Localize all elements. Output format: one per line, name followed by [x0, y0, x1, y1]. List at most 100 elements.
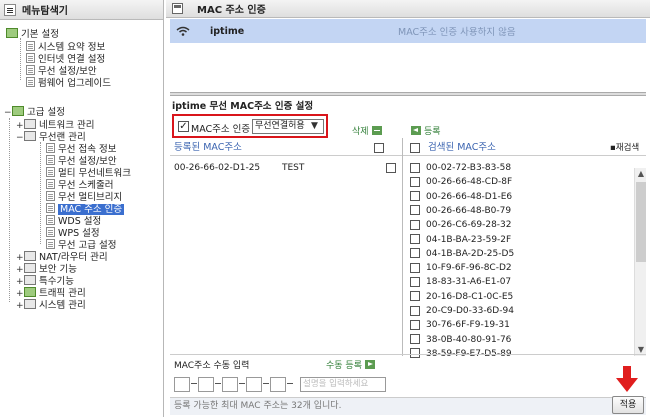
scroll-up-icon[interactable]: ▲ [635, 168, 647, 180]
mac-octet-1[interactable] [174, 377, 190, 392]
tree-item-multi-ssid[interactable]: 멀티 무선네트워크 [46, 167, 131, 179]
tree-guide [9, 118, 10, 302]
mac-separator [191, 383, 197, 384]
tree-item-wds[interactable]: WDS 설정 [46, 215, 101, 227]
description-input[interactable]: 설명을 입력하세요 [300, 377, 386, 392]
searched-mac: 04-1B-BA-2D-25-D5 [426, 248, 515, 259]
column-divider [402, 138, 403, 356]
divider [170, 92, 646, 96]
arrow-down-icon [616, 366, 638, 392]
scrollbar[interactable]: ▲ ▼ [634, 168, 646, 356]
manual-register-button[interactable]: 수동 등록 [326, 358, 378, 371]
registered-row[interactable]: 00-26-66-02-D1-25 TEST [174, 161, 396, 175]
scroll-thumb[interactable] [636, 182, 646, 262]
ssid-row[interactable]: iptime MAC주소 인증 사용하지 않음 [170, 19, 646, 43]
register-button[interactable]: 등록 [408, 124, 441, 137]
mac-octet-4[interactable] [246, 377, 262, 392]
searched-header: 검색된 MAC주소 [428, 142, 496, 153]
tree-item-wireless-security-adv[interactable]: 무선 설정/보안 [46, 155, 117, 167]
searched-row-checkbox[interactable] [410, 191, 420, 202]
searched-row-checkbox[interactable] [410, 334, 420, 345]
searched-row[interactable]: 18-83-31-A6-E1-07 [410, 275, 511, 289]
page-icon [46, 239, 55, 249]
searched-row-checkbox[interactable] [410, 205, 420, 216]
tree-traffic[interactable]: + 트래픽 관리 [16, 287, 86, 299]
tree-item-wireless-advanced[interactable]: 무선 고급 설정 [46, 239, 116, 251]
chevron-down-icon: ▼ [311, 121, 318, 131]
registered-header: 등록된 MAC주소 [174, 142, 242, 153]
mac-auth-label: MAC주소 인증 [191, 124, 251, 135]
tree-system[interactable]: + 시스템 관리 [16, 299, 86, 311]
tree-item-wireless-info[interactable]: 무선 접속 정보 [46, 143, 116, 155]
ssid-status: MAC주소 인증 사용하지 않음 [398, 27, 516, 38]
searched-row-checkbox[interactable] [410, 262, 420, 273]
network-icon [24, 119, 36, 129]
searched-row[interactable]: 00-26-C6-69-28-32 [410, 218, 512, 232]
wireless-icon [24, 131, 36, 141]
page-title: MAC 주소 인증 [197, 5, 266, 16]
mac-separator [287, 383, 293, 384]
searched-row[interactable]: 04-1B-BA-23-59-2F [410, 233, 511, 247]
page-icon [46, 143, 55, 153]
mac-auth-checkbox[interactable]: ✓ [178, 121, 189, 132]
searched-row-checkbox[interactable] [410, 248, 420, 259]
tree-item-wps[interactable]: WPS 설정 [46, 227, 100, 239]
menu-explorer-title: 메뉴탐색기 [22, 6, 68, 17]
divider [170, 155, 646, 156]
mac-octet-3[interactable] [222, 377, 238, 392]
searched-row[interactable]: 20-C9-D0-33-6D-94 [410, 304, 514, 318]
delete-button[interactable]: 삭제 [352, 124, 385, 137]
main-header: MAC 주소 인증 [166, 0, 650, 18]
menu-explorer-header: 메뉴탐색기 [0, 0, 163, 20]
searched-row[interactable]: 30-76-6F-F9-19-31 [410, 318, 510, 332]
tree-security[interactable]: + 보안 기능 [16, 263, 77, 275]
searched-row-checkbox[interactable] [410, 319, 420, 330]
minus-icon [371, 126, 382, 135]
arrow-left-icon [411, 126, 421, 135]
searched-row[interactable]: 38-0B-40-80-91-76 [410, 333, 511, 347]
tree-item-firmware-upgrade[interactable]: 펌웨어 업그레이드 [26, 77, 111, 89]
searched-row[interactable]: 10-F9-6F-96-8C-D2 [410, 261, 512, 275]
searched-row[interactable]: 00-26-66-48-CD-8F [410, 175, 512, 189]
searched-select-all[interactable] [410, 143, 420, 153]
searched-row-checkbox[interactable] [410, 162, 420, 173]
searched-row[interactable]: 20-16-D8-C1-0C-E5 [410, 290, 513, 304]
searched-row-checkbox[interactable] [410, 291, 420, 302]
mode-select[interactable]: 무선연결허용 ▼ [252, 119, 324, 134]
registered-row-checkbox[interactable] [386, 163, 396, 173]
tree-nat-router[interactable]: + NAT/라우터 관리 [16, 251, 108, 263]
mac-octet-2[interactable] [198, 377, 214, 392]
registered-name: TEST [282, 163, 305, 173]
tree-item-mac-auth[interactable]: MAC 주소 인증 [46, 203, 125, 215]
tree-item-system-summary[interactable]: 시스템 요약 정보 [26, 41, 105, 53]
window-icon [172, 3, 183, 14]
tree-item-wireless-scheduler[interactable]: 무선 스케줄러 [46, 179, 113, 191]
searched-row[interactable]: 00-02-72-B3-83-58 [410, 161, 511, 175]
searched-row[interactable]: 04-1B-BA-2D-25-D5 [410, 247, 514, 261]
registered-select-all[interactable] [374, 143, 384, 153]
tree-item-internet-settings[interactable]: 인터넷 연결 설정 [26, 53, 105, 65]
searched-mac: 00-02-72-B3-83-58 [426, 163, 512, 173]
tools-icon [24, 275, 36, 285]
searched-row[interactable]: 00-26-66-48-D1-E6 [410, 190, 512, 204]
tree-item-wireless-multibridge[interactable]: 무선 멀티브리지 [46, 191, 122, 203]
searched-row-checkbox[interactable] [410, 305, 420, 316]
searched-row-checkbox[interactable] [410, 234, 420, 244]
manual-input-label: MAC주소 수동 입력 [174, 361, 250, 371]
apply-button[interactable]: 적용 [612, 396, 644, 414]
rescan-button[interactable]: ▪재검색 [610, 141, 639, 155]
searched-row-checkbox[interactable] [410, 176, 420, 187]
tree-item-wireless-security[interactable]: 무선 설정/보안 [26, 65, 97, 77]
tree-special[interactable]: + 특수기능 [16, 275, 74, 287]
tree-wireless-management[interactable]: − 무선랜 관리 [16, 131, 86, 143]
searched-mac: 00-26-66-48-D1-E6 [426, 191, 513, 202]
searched-row[interactable]: 00-26-66-48-B0-79 [410, 204, 511, 218]
page-icon [46, 191, 55, 201]
page-icon [26, 77, 35, 87]
searched-row-checkbox[interactable] [410, 219, 420, 230]
tree-basic-settings[interactable]: 기본 설정 [6, 28, 59, 40]
tree-advanced-settings[interactable]: − 고급 설정 [4, 106, 65, 118]
mac-octet-5[interactable] [270, 377, 286, 392]
searched-row-checkbox[interactable] [410, 276, 420, 287]
tree-network-management[interactable]: + 네트워크 관리 [16, 119, 94, 131]
